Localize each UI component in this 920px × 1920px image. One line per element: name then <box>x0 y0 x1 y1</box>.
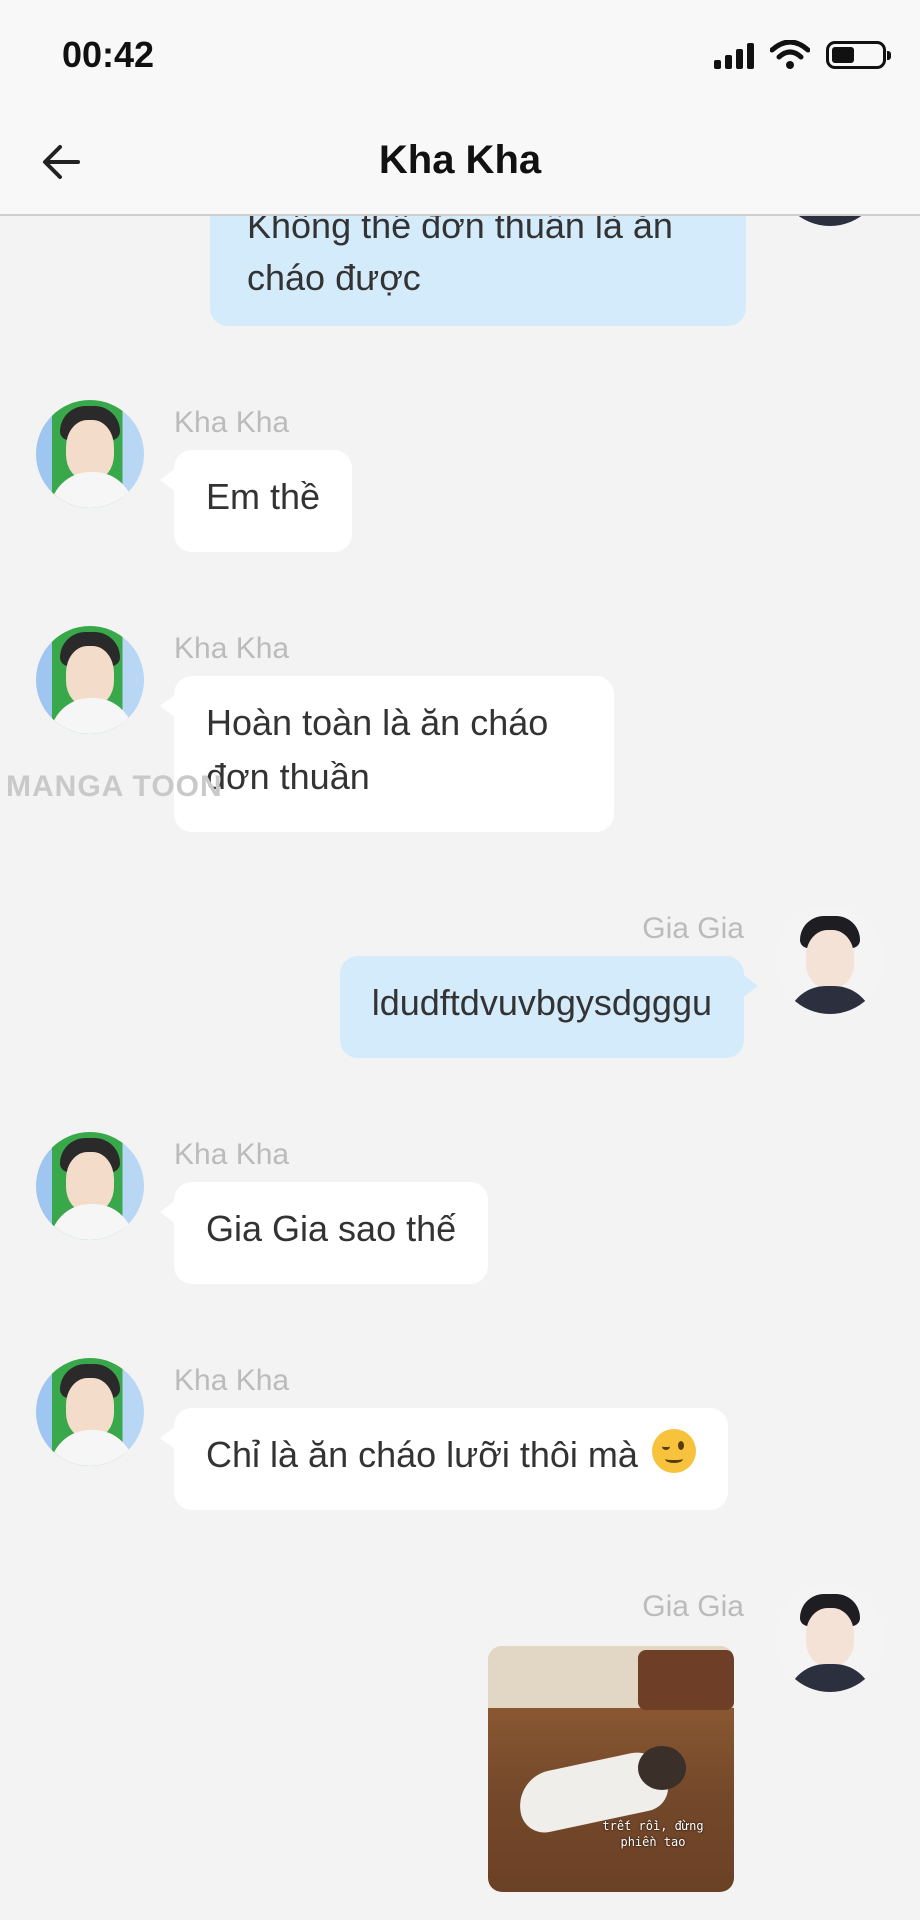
avatar-kha-kha[interactable] <box>36 1132 144 1240</box>
message-text: cháo được <box>247 257 421 298</box>
message-text: Em thề <box>206 476 321 517</box>
avatar-kha-kha[interactable] <box>36 626 144 734</box>
signal-icon <box>714 41 754 69</box>
image-caption: trết rồi, đừng phiền tao <box>588 1818 718 1850</box>
avatar-kha-kha[interactable] <box>36 400 144 508</box>
image-message[interactable]: trết rồi, đừng phiền tao <box>488 1646 734 1892</box>
sender-name: Kha Kha <box>174 1364 290 1397</box>
chat-area: Không thể đơn thuần là ăn cháo được Kha … <box>0 0 920 1920</box>
chat-header: Kha Kha <box>0 110 920 216</box>
sender-name: Gia Gia <box>642 1590 744 1623</box>
sender-name: Kha Kha <box>174 406 290 439</box>
message-text: Hoàn toàn là ăn cháo <box>206 702 549 743</box>
message-bubble-incoming[interactable]: Chỉ là ăn cháo lưỡi thôi mà <box>160 1408 728 1510</box>
avatar-kha-kha[interactable] <box>36 1358 144 1466</box>
message-bubble-incoming[interactable]: Em thề <box>159 450 353 552</box>
message-bubble-outgoing[interactable]: ldudftdvuvbgysdgggu <box>339 956 759 1058</box>
image-caption-line: trết rồi, đừng <box>602 1819 704 1833</box>
status-icons <box>714 38 891 72</box>
message-text: Gia Gia sao thế <box>206 1208 457 1249</box>
avatar-gia-gia[interactable] <box>776 1584 884 1692</box>
image-caption-line: phiền tao <box>620 1835 686 1849</box>
message-bubble-incoming[interactable]: Gia Gia sao thế <box>159 1182 489 1284</box>
chat-title: Kha Kha <box>378 138 542 182</box>
message-text: Chỉ là ăn cháo lưỡi thôi mà <box>206 1434 638 1475</box>
message-bubble-incoming[interactable]: Hoàn toàn là ăn cháo đơn thuần <box>160 676 614 832</box>
message-text: đơn thuần <box>206 756 370 797</box>
status-time: 00:42 <box>62 34 155 75</box>
battery-icon <box>826 41 891 69</box>
status-bar: 00:42 <box>0 0 920 110</box>
message-text: ldudftdvuvbgysdgggu <box>371 982 712 1023</box>
wifi-icon <box>770 40 810 69</box>
sender-name: Kha Kha <box>174 1138 290 1171</box>
winking-face-emoji-icon <box>651 1429 696 1473</box>
sender-name: Gia Gia <box>642 912 744 945</box>
watermark-logo: MANGA TOON <box>6 770 223 803</box>
avatar-gia-gia[interactable] <box>776 906 884 1014</box>
sender-name: Kha Kha <box>174 632 290 665</box>
